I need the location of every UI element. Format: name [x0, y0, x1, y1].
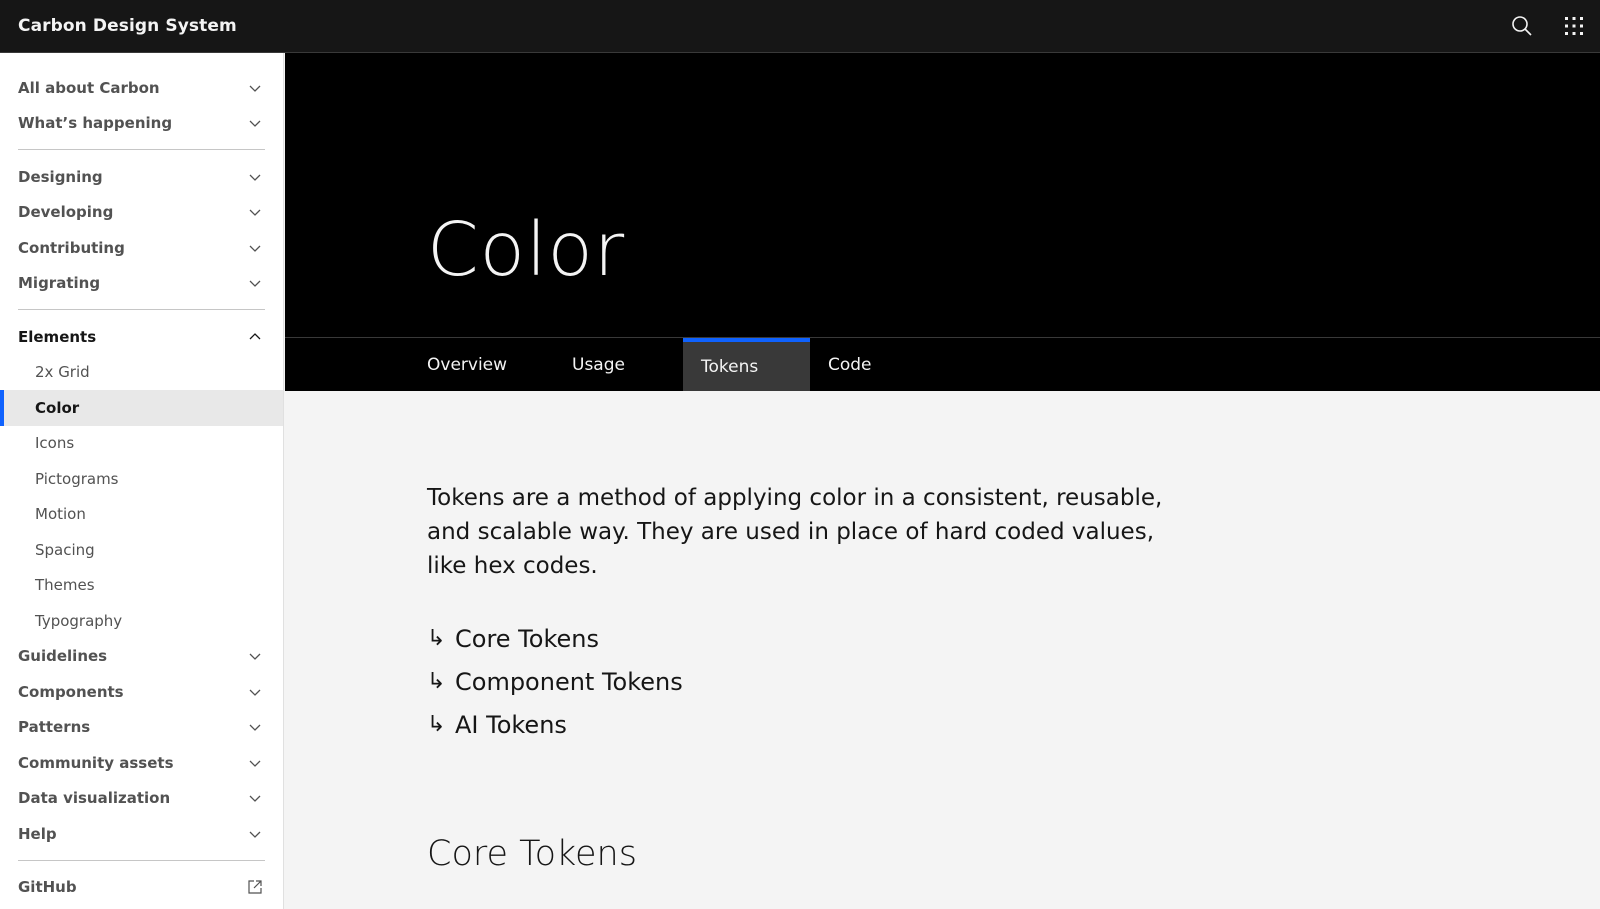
- main-content: Tokens are a method of applying color in…: [285, 391, 1600, 909]
- app-grid-icon: [1565, 17, 1583, 35]
- page-title: Color: [427, 207, 626, 293]
- nav-label: Developing: [18, 203, 114, 222]
- brand-name[interactable]: Carbon Design System: [0, 16, 237, 36]
- nav-label: Patterns: [18, 718, 91, 737]
- anchor-link-list: ↳ Core Tokens ↳ Component Tokens ↳ AI To…: [427, 617, 683, 746]
- nav-label: Community assets: [18, 753, 174, 772]
- nav-elements[interactable]: Elements: [0, 319, 283, 355]
- nav-migrating[interactable]: Migrating: [0, 266, 283, 302]
- header-actions: [1496, 0, 1600, 52]
- chevron-down-icon: [249, 760, 261, 767]
- nav-sub-label: Typography: [35, 611, 123, 630]
- nav-label: GitHub: [18, 878, 77, 897]
- nav-sub-label: Color: [35, 398, 80, 417]
- nav-data-visualization[interactable]: Data visualization: [0, 781, 283, 817]
- page-hero: Color: [285, 53, 1600, 337]
- nav-label: Elements: [18, 327, 97, 346]
- nav-whats-happening[interactable]: What’s happening: [0, 106, 283, 142]
- intro-paragraph: Tokens are a method of applying color in…: [427, 485, 1163, 579]
- nav-sub-themes[interactable]: Themes: [0, 568, 283, 604]
- top-header: Carbon Design System: [0, 0, 1600, 53]
- nav-label: Components: [18, 682, 124, 701]
- nav-label: Guidelines: [18, 647, 108, 666]
- nav-label: Migrating: [18, 274, 101, 293]
- chevron-down-icon: [249, 174, 261, 181]
- nav-guidelines[interactable]: Guidelines: [0, 639, 283, 675]
- nav-contributing[interactable]: Contributing: [0, 230, 283, 266]
- nav-divider: [18, 309, 265, 310]
- nav-community-assets[interactable]: Community assets: [0, 745, 283, 781]
- page-tabs: Overview Usage Tokens Code: [285, 337, 1600, 391]
- nav-sub-label: Themes: [35, 576, 95, 595]
- tab-usage[interactable]: Usage: [554, 338, 683, 391]
- side-nav: All about Carbon What’s happening Design…: [0, 53, 284, 909]
- nav-sub-label: Icons: [35, 434, 75, 453]
- nav-patterns[interactable]: Patterns: [0, 710, 283, 746]
- nav-sub-typography[interactable]: Typography: [0, 603, 283, 639]
- nav-help[interactable]: Help: [0, 816, 283, 852]
- nav-divider: [18, 859, 265, 861]
- external-link-icon: [248, 880, 262, 894]
- nav-label: Help: [18, 824, 57, 843]
- nav-sub-2x-grid[interactable]: 2x Grid: [0, 355, 283, 391]
- chevron-up-icon: [249, 332, 261, 340]
- nav-label: Designing: [18, 167, 103, 186]
- arrow-down-right-icon: ↳: [427, 626, 446, 651]
- anchor-link-ai-tokens[interactable]: ↳ AI Tokens: [427, 703, 683, 746]
- arrow-down-right-icon: ↳: [427, 669, 446, 694]
- anchor-link-core-tokens[interactable]: ↳ Core Tokens: [427, 617, 683, 660]
- chevron-down-icon: [249, 795, 261, 803]
- section-heading: Core Tokens: [427, 834, 637, 874]
- anchor-link-component-tokens[interactable]: ↳ Component Tokens: [427, 660, 683, 703]
- chevron-down-icon: [249, 831, 261, 838]
- nav-sub-motion[interactable]: Motion: [0, 497, 283, 533]
- tab-tokens[interactable]: Tokens: [683, 338, 810, 391]
- nav-label: What’s happening: [18, 114, 173, 133]
- search-icon: [1512, 16, 1532, 36]
- app-switcher-button[interactable]: [1548, 0, 1600, 52]
- chevron-down-icon: [249, 209, 261, 217]
- nav-sub-label: Spacing: [35, 540, 95, 559]
- anchor-link-label: AI Tokens: [455, 710, 567, 739]
- chevron-down-icon: [249, 689, 261, 696]
- chevron-down-icon: [249, 653, 261, 661]
- chevron-down-icon: [249, 280, 261, 288]
- arrow-down-right-icon: ↳: [427, 712, 446, 737]
- nav-sub-spacing[interactable]: Spacing: [0, 532, 283, 568]
- search-button[interactable]: [1496, 0, 1548, 52]
- nav-designing[interactable]: Designing: [0, 159, 283, 195]
- chevron-down-icon: [249, 724, 261, 732]
- nav-all-about-carbon[interactable]: All about Carbon: [0, 70, 283, 106]
- chevron-down-icon: [249, 120, 261, 128]
- tab-code[interactable]: Code: [810, 338, 920, 391]
- chevron-down-icon: [249, 85, 261, 92]
- nav-sub-color[interactable]: Color: [0, 390, 283, 426]
- nav-sub-label: Motion: [35, 505, 86, 524]
- anchor-link-label: Core Tokens: [455, 624, 599, 653]
- nav-github[interactable]: GitHub: [0, 870, 283, 906]
- nav-label: Data visualization: [18, 789, 171, 808]
- nav-sub-label: Pictograms: [35, 469, 119, 488]
- nav-divider: [18, 149, 265, 150]
- nav-label: All about Carbon: [18, 78, 160, 97]
- nav-sub-icons[interactable]: Icons: [0, 426, 283, 462]
- nav-components[interactable]: Components: [0, 674, 283, 710]
- nav-developing[interactable]: Developing: [0, 195, 283, 231]
- anchor-link-label: Component Tokens: [455, 667, 683, 696]
- nav-label: Contributing: [18, 238, 125, 257]
- tab-overview[interactable]: Overview: [409, 338, 554, 391]
- chevron-down-icon: [249, 245, 261, 252]
- nav-sub-pictograms[interactable]: Pictograms: [0, 461, 283, 497]
- nav-sub-label: 2x Grid: [35, 363, 90, 382]
